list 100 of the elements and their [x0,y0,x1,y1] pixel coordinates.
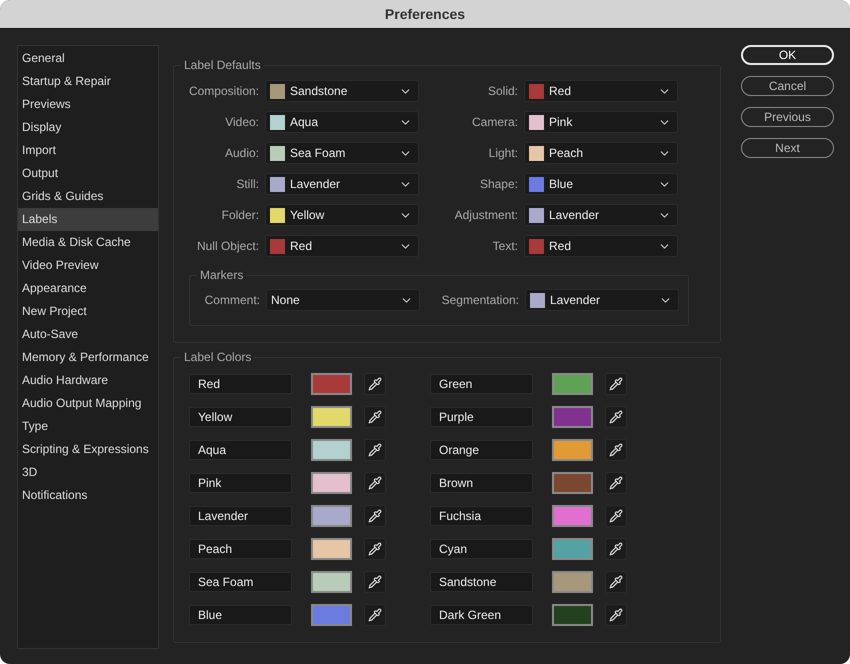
color-swatch[interactable] [552,538,593,560]
label-name-field[interactable]: Lavender [189,506,292,526]
label-name-field[interactable]: Sandstone [430,572,533,592]
color-swatch[interactable] [311,472,352,494]
window-title: Preferences [384,6,466,22]
field-label: Null Object: [196,239,259,253]
sidebar-item[interactable]: Display [18,116,158,139]
label-name-field[interactable]: Peach [189,539,292,559]
label-name-field[interactable]: Green [430,374,533,394]
label-name-field[interactable]: Red [189,374,292,394]
color-swatch[interactable] [552,439,593,461]
label-name-field[interactable]: Yellow [189,407,292,427]
label-dropdown[interactable]: Pink [524,111,678,133]
eyedropper-button[interactable] [605,604,627,626]
eyedropper-icon [368,575,382,589]
label-dropdown[interactable]: Yellow [265,204,419,226]
sidebar-item[interactable]: Output [18,162,158,185]
color-swatch[interactable] [311,439,352,461]
color-swatch[interactable] [552,604,593,626]
field-label: Light: [488,146,518,160]
label-name-field[interactable]: Fuchsia [430,506,533,526]
sidebar-item[interactable]: Grids & Guides [18,185,158,208]
label-dropdown[interactable]: Lavender [524,204,678,226]
dialog-button[interactable]: Next [741,138,834,158]
eyedropper-button[interactable] [364,505,386,527]
sidebar-item[interactable]: 3D [18,461,158,484]
sidebar-item[interactable]: Previews [18,93,158,116]
label-name-field[interactable]: Orange [430,440,533,460]
sidebar-item[interactable]: Auto-Save [18,323,158,346]
eyedropper-button[interactable] [364,439,386,461]
label-dropdown[interactable]: Lavender [525,289,679,311]
color-swatch[interactable] [311,538,352,560]
eyedropper-button[interactable] [605,406,627,428]
label-name-field[interactable]: Cyan [430,539,533,559]
sidebar-item[interactable]: Type [18,415,158,438]
field-label: Text: [492,239,518,253]
field-label: Audio: [224,146,259,160]
sidebar-item[interactable]: Memory & Performance [18,346,158,369]
label-dropdown[interactable]: Red [524,80,678,102]
label-dropdown[interactable]: Red [524,235,678,257]
label-name-field[interactable]: Blue [189,605,292,625]
label-name-field[interactable]: Pink [189,473,292,493]
label-dropdown[interactable]: Aqua [265,111,419,133]
color-swatch[interactable] [552,571,593,593]
field-label: Comment: [204,293,260,307]
sidebar-item[interactable]: Import [18,139,158,162]
dialog-button[interactable]: Previous [741,107,834,127]
label-name-field[interactable]: Aqua [189,440,292,460]
label-dropdown[interactable]: None [266,289,420,311]
color-swatch[interactable] [552,373,593,395]
sidebar-item[interactable]: Audio Hardware [18,369,158,392]
label-name-field[interactable]: Dark Green [430,605,533,625]
eyedropper-button[interactable] [364,406,386,428]
eyedropper-button[interactable] [364,472,386,494]
color-swatch[interactable] [311,406,352,428]
sidebar-item[interactable]: Scripting & Expressions [18,438,158,461]
eyedropper-button[interactable] [605,373,627,395]
eyedropper-button[interactable] [605,571,627,593]
sidebar-item[interactable]: Audio Output Mapping [18,392,158,415]
label-name-field[interactable]: Purple [430,407,533,427]
eyedropper-button[interactable] [605,472,627,494]
eyedropper-button[interactable] [605,439,627,461]
label-dropdown[interactable]: Lavender [265,173,419,195]
eyedropper-button[interactable] [364,604,386,626]
label-name-field[interactable]: Sea Foam [189,572,292,592]
sidebar-item[interactable]: Labels [18,208,158,231]
eyedropper-icon [609,509,623,523]
sidebar-item[interactable]: General [18,47,158,70]
eyedropper-button[interactable] [364,571,386,593]
eyedropper-button[interactable] [605,505,627,527]
sidebar-item[interactable]: Video Preview [18,254,158,277]
section-title: Label Defaults [181,58,264,72]
color-swatch[interactable] [311,373,352,395]
color-swatch[interactable] [552,505,593,527]
color-swatch[interactable] [552,472,593,494]
color-swatch[interactable] [311,571,352,593]
label-dropdown[interactable]: Red [265,235,419,257]
sidebar-item[interactable]: Appearance [18,277,158,300]
color-swatch[interactable] [311,505,352,527]
eyedropper-button[interactable] [605,538,627,560]
dialog-button[interactable]: OK [741,45,834,65]
label-dropdown[interactable]: Blue [524,173,678,195]
eyedropper-icon [368,377,382,391]
sidebar-item[interactable]: Media & Disk Cache [18,231,158,254]
label-name-field[interactable]: Brown [430,473,533,493]
sidebar-item[interactable]: New Project [18,300,158,323]
sidebar-item[interactable]: Startup & Repair [18,70,158,93]
eyedropper-button[interactable] [364,538,386,560]
eyedropper-icon [609,542,623,556]
field-label: Segmentation: [440,293,519,307]
eyedropper-button[interactable] [364,373,386,395]
eyedropper-icon [609,410,623,424]
section-title: Label Colors [181,350,254,364]
label-dropdown[interactable]: Peach [524,142,678,164]
label-dropdown[interactable]: Sandstone [265,80,419,102]
sidebar-item[interactable]: Notifications [18,484,158,507]
dialog-button[interactable]: Cancel [741,76,834,96]
label-dropdown[interactable]: Sea Foam [265,142,419,164]
color-swatch[interactable] [552,406,593,428]
color-swatch[interactable] [311,604,352,626]
